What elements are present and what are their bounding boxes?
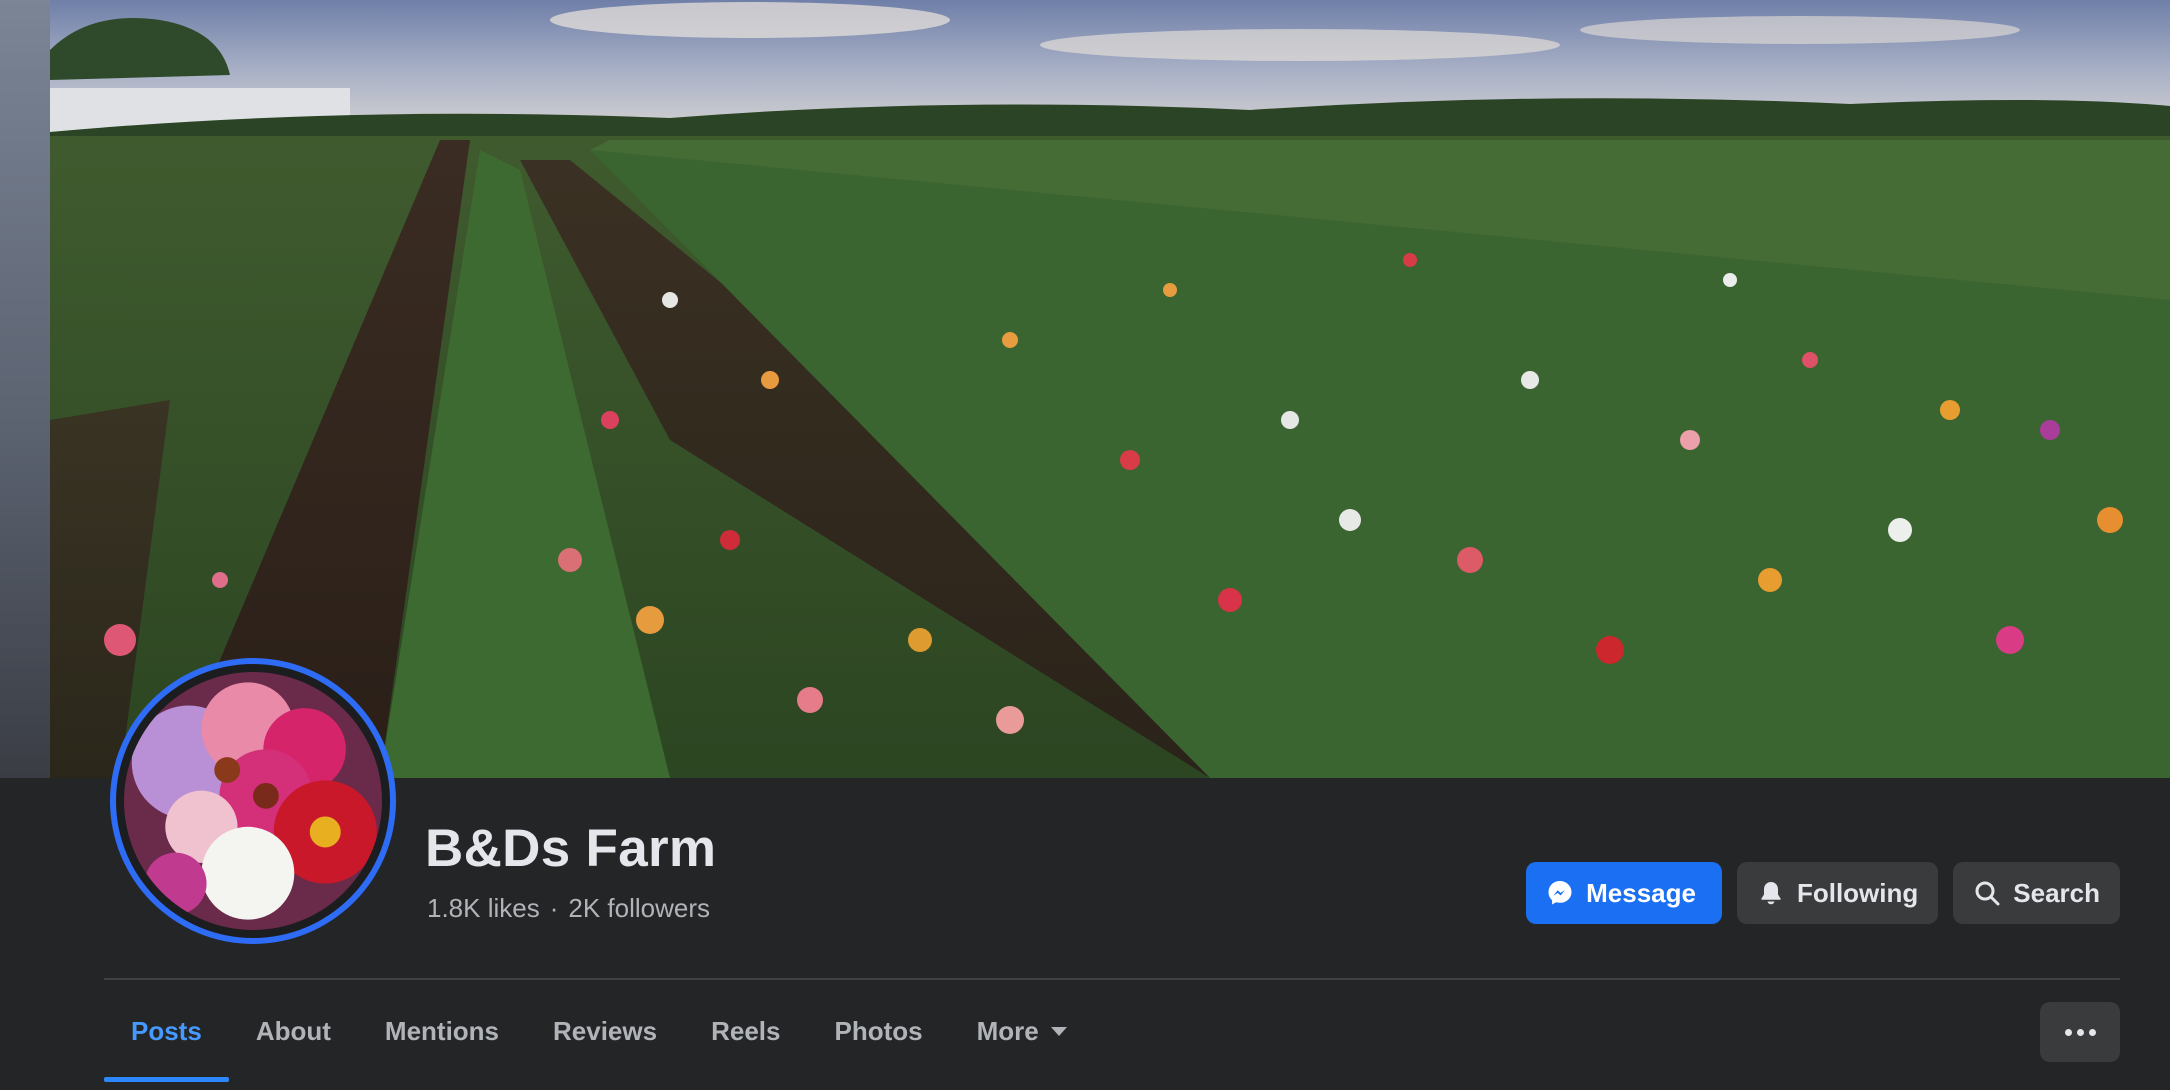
profile-picture-border	[116, 664, 390, 938]
cover-photo[interactable]	[50, 0, 2170, 778]
tab-photos[interactable]: Photos	[807, 980, 949, 1082]
left-gradient-strip	[0, 0, 50, 778]
message-button[interactable]: Message	[1526, 862, 1722, 924]
tab-reviews[interactable]: Reviews	[526, 980, 684, 1082]
profile-picture[interactable]	[110, 658, 396, 944]
followers-count[interactable]: 2K followers	[568, 893, 710, 923]
search-button[interactable]: Search	[1953, 862, 2120, 924]
tab-about[interactable]: About	[229, 980, 358, 1082]
stats-separator: ·	[549, 893, 559, 923]
cover-photo-image	[50, 0, 2170, 778]
flower-bouquet-image	[124, 672, 382, 930]
likes-count[interactable]: 1.8K likes	[427, 893, 540, 923]
page-title: B&Ds Farm	[425, 819, 717, 878]
ellipsis-icon	[2064, 1028, 2072, 1036]
tab-more[interactable]: More	[950, 980, 1094, 1082]
following-button[interactable]: Following	[1736, 862, 1939, 924]
tab-reels[interactable]: Reels	[684, 980, 807, 1082]
page-tabs: Posts About Mentions Reviews Reels Photo…	[104, 980, 1094, 1082]
search-button-label: Search	[2013, 877, 2100, 908]
following-button-label: Following	[1796, 877, 1919, 908]
tab-posts[interactable]: Posts	[104, 980, 229, 1082]
messenger-icon	[1546, 879, 1574, 907]
page-stats: 1.8K likes · 2K followers	[427, 893, 710, 924]
tab-mentions[interactable]: Mentions	[358, 980, 526, 1082]
profile-picture-image	[124, 672, 382, 930]
page-actions: Message Following Search	[1526, 862, 2120, 924]
caret-down-icon	[1050, 1026, 1067, 1036]
search-icon	[1973, 879, 2001, 907]
more-options-button[interactable]	[2040, 1002, 2120, 1062]
bell-icon	[1757, 879, 1785, 907]
message-button-label: Message	[1586, 877, 1696, 908]
